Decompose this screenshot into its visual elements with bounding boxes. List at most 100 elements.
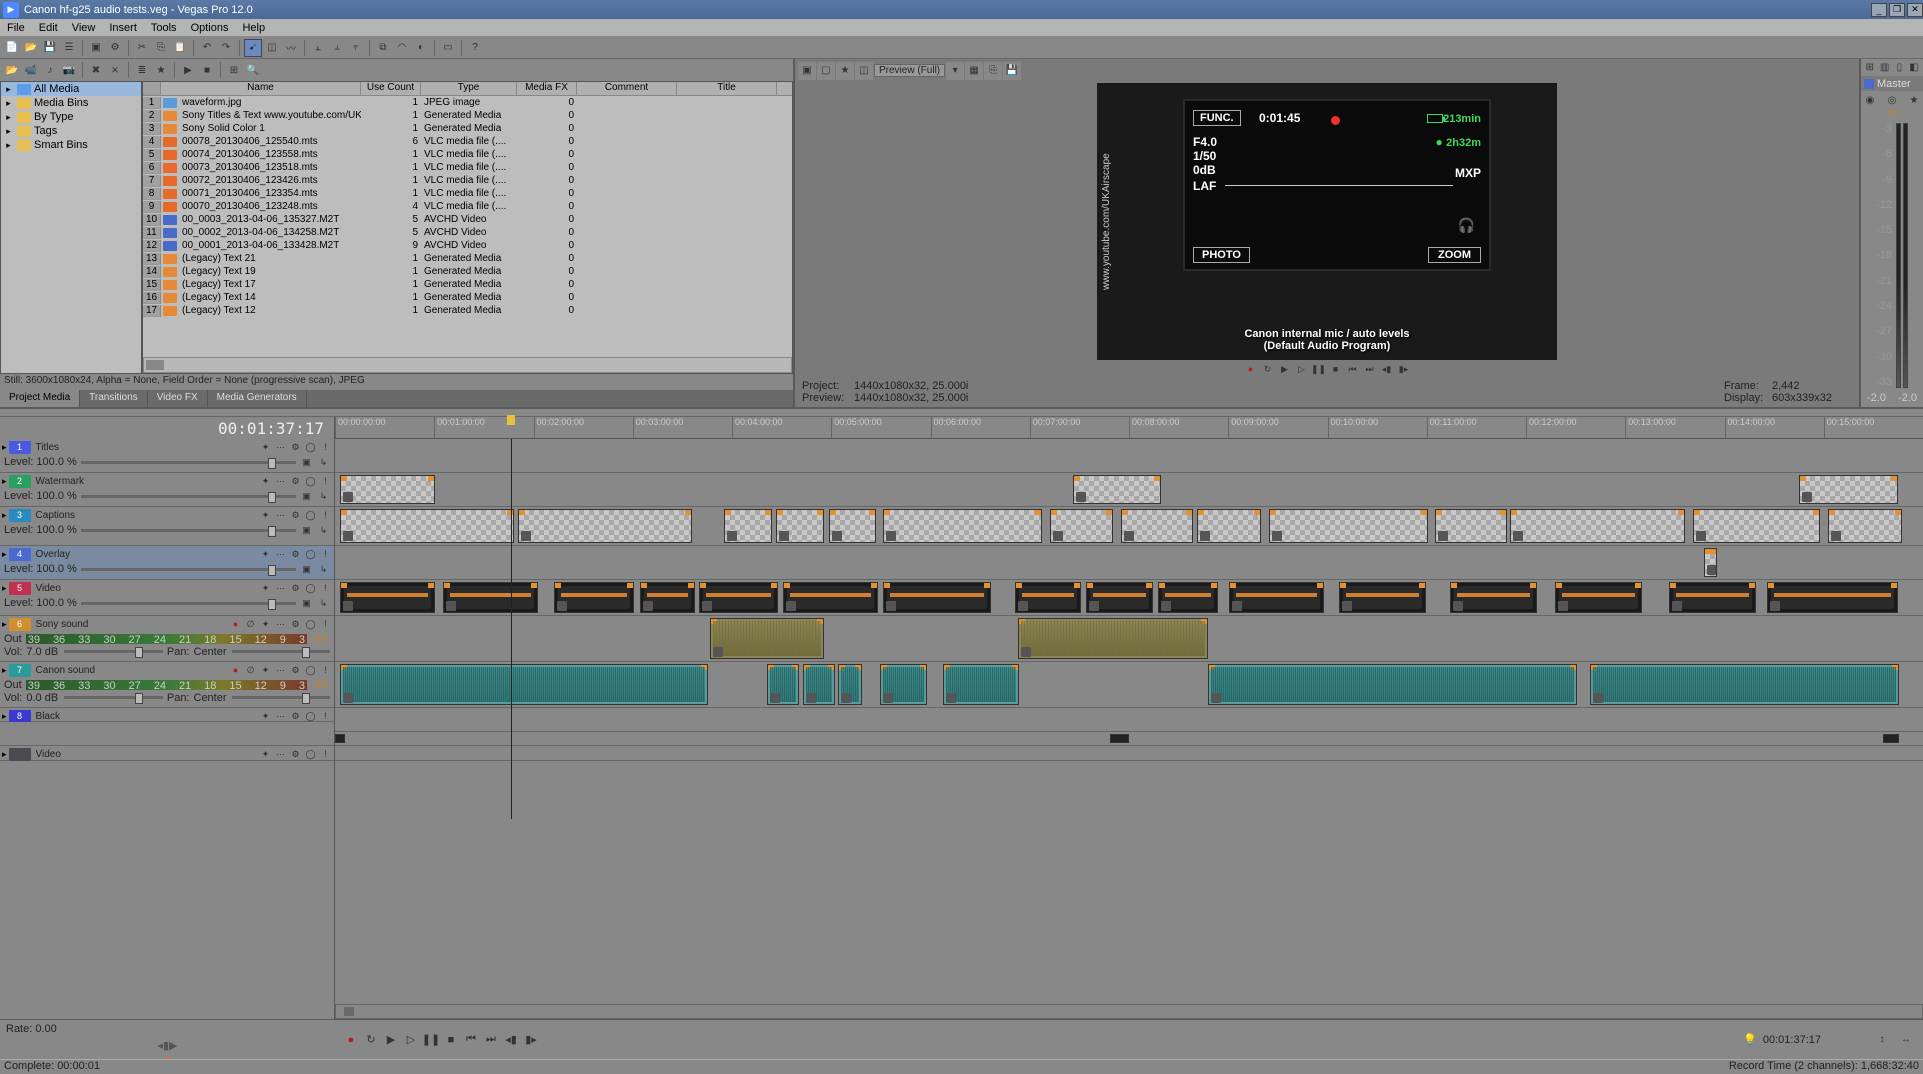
track-header[interactable]: ▸ 1 Titles✦ ⋯ ⚙ ◯ ! Level: 100.0 %▣↳ [0,439,334,473]
preview-fx-icon[interactable]: ★ [836,62,854,80]
timeline-hscroll[interactable] [335,1004,1923,1019]
media-row[interactable]: 2 Sony Titles & Text www.youtube.com/UK.… [143,109,792,122]
tree-item[interactable]: ▸By Type [1,110,141,124]
media-row[interactable]: 6 00073_20130406_123518.mts 1 VLC media … [143,161,792,174]
new-project-icon[interactable]: 📄 [3,39,21,57]
column-header[interactable]: Media FX [517,82,577,95]
expand-icon[interactable]: ▸ [3,126,14,137]
expand-icon[interactable]: ▸ [3,84,14,95]
explorer-tab[interactable]: Transitions [80,390,148,407]
timeline-timecode[interactable]: 00:01:37:17 [218,419,324,438]
menu-tools[interactable]: Tools [144,22,184,34]
media-row[interactable]: 17 (Legacy) Text 12 1 Generated Media 0 [143,304,792,317]
media-row[interactable]: 13 (Legacy) Text 21 1 Generated Media 0 [143,252,792,265]
track-fx-icon[interactable]: ⋯ [274,582,287,595]
stop-media-icon[interactable]: ■ [198,61,216,79]
track-minimize-icon[interactable]: ▸ [2,711,7,722]
clip-fx-icon[interactable] [1696,531,1706,541]
media-row[interactable]: 3 Sony Solid Color 1 1 Generated Media 0 [143,122,792,135]
clip-fx-icon[interactable] [1053,531,1063,541]
track-minimize-icon[interactable]: ▸ [2,510,7,521]
master-layout-icon[interactable]: ▥ [1878,59,1892,77]
track-minimize-icon[interactable]: ▸ [2,442,7,453]
compositing-icon[interactable]: ▣ [300,490,313,503]
track-minimize-icon[interactable]: ▸ [2,619,7,630]
clip[interactable] [1704,548,1717,577]
media-row[interactable]: 8 00071_20130406_123354.mts 1 VLC media … [143,187,792,200]
clip-fx-icon[interactable] [786,601,796,611]
track-fx-icon[interactable]: ⋯ [274,710,287,723]
clip[interactable] [1669,582,1756,613]
level-slider[interactable] [81,568,296,571]
overlay-icon[interactable]: ▦ [965,62,983,80]
track-name[interactable]: Overlay [33,549,257,560]
get-photo-icon[interactable]: 📷 [60,61,78,79]
undo-icon[interactable]: ↶ [198,39,216,57]
clip[interactable] [554,582,633,613]
solo-icon[interactable]: ! [319,509,332,522]
clip-fx-icon[interactable] [841,693,851,703]
clip[interactable] [1110,734,1129,743]
clip[interactable] [1073,475,1160,504]
automation-icon[interactable]: ⚙ [289,582,302,595]
normal-edit-tool-icon[interactable]: ➹ [244,39,262,57]
clip[interactable] [724,509,772,543]
menu-edit[interactable]: Edit [32,22,65,34]
tree-item[interactable]: ▸Media Bins [1,96,141,110]
master-insert-icon[interactable]: ⊞ [1863,59,1877,77]
clip[interactable] [943,664,1019,705]
track-motion-icon[interactable]: ✦ [259,441,272,454]
clip-fx-icon[interactable] [713,647,723,657]
clip[interactable] [783,582,878,613]
track-header[interactable]: ▸ Video✦ ⋯ ⚙ ◯ ! [0,746,334,761]
clip-fx-icon[interactable] [1342,601,1352,611]
track-name[interactable]: Sony sound [33,619,227,630]
clip-fx-icon[interactable] [779,531,789,541]
clip-fx-icon[interactable] [883,693,893,703]
clip[interactable] [1121,509,1192,543]
level-slider[interactable] [81,461,296,464]
go-start-button[interactable]: ⏮ [1346,362,1360,376]
tb-go-start-button[interactable]: ⏮ [463,1032,479,1048]
explorer-tab[interactable]: Video FX [148,390,208,407]
track-minimize-icon[interactable]: ▸ [2,549,7,560]
clip[interactable] [880,664,928,705]
paste-icon[interactable]: 📋 [171,39,189,57]
column-header[interactable]: Comment [577,82,677,95]
media-properties-icon[interactable]: ≣ [133,61,151,79]
level-slider[interactable] [81,495,296,498]
automation-icon[interactable]: ⚙ [289,618,302,631]
pan-slider[interactable] [232,650,331,653]
lock-envelopes-icon[interactable]: ⫧ [347,39,365,57]
track-lane[interactable] [335,439,1923,473]
clip-fx-icon[interactable] [886,531,896,541]
level-slider[interactable] [81,602,296,605]
clip-fx-icon[interactable] [806,693,816,703]
timeline-ruler[interactable]: 00:00:00:0000:01:00:0000:02:00:0000:03:0… [335,417,1923,439]
solo-icon[interactable]: ! [319,441,332,454]
track-header[interactable]: ▸ 4 Overlay✦ ⋯ ⚙ ◯ ! Level: 100.0 %▣↳ [0,546,334,580]
track-motion-icon[interactable]: ✦ [259,509,272,522]
track-lane[interactable] [335,732,1923,746]
clip[interactable] [1799,475,1897,504]
clip-fx-icon[interactable] [1200,531,1210,541]
solo-icon[interactable]: ! [319,618,332,631]
track-header[interactable]: ▸ 5 Video✦ ⋯ ⚙ ◯ ! Level: 100.0 %▣↳ [0,580,334,616]
track-fx-icon[interactable]: ⋯ [274,548,287,561]
split-screen-icon[interactable]: ◫ [855,62,873,80]
track-lane[interactable] [335,473,1923,507]
media-row[interactable]: 4 00078_20130406_125540.mts 6 VLC media … [143,135,792,148]
clip[interactable] [340,582,435,613]
track-header[interactable]: ▸ 2 Watermark✦ ⋯ ⚙ ◯ ! Level: 100.0 %▣↳ [0,473,334,507]
track-motion-icon[interactable]: ✦ [259,618,272,631]
properties2-icon[interactable]: ⚙ [106,39,124,57]
auto-ripple-icon[interactable]: ⫨ [328,39,346,57]
automation-icon[interactable]: ⚙ [289,475,302,488]
media-row[interactable]: 1 waveform.jpg 1 JPEG image 0 [143,96,792,109]
clip-fx-icon[interactable] [343,693,353,703]
mute-icon[interactable]: ◯ [304,441,317,454]
clip-fx-icon[interactable] [770,693,780,703]
clip-fx-icon[interactable] [1161,601,1171,611]
clip-fx-icon[interactable] [1232,601,1242,611]
open-project-icon[interactable]: 📂 [22,39,40,57]
